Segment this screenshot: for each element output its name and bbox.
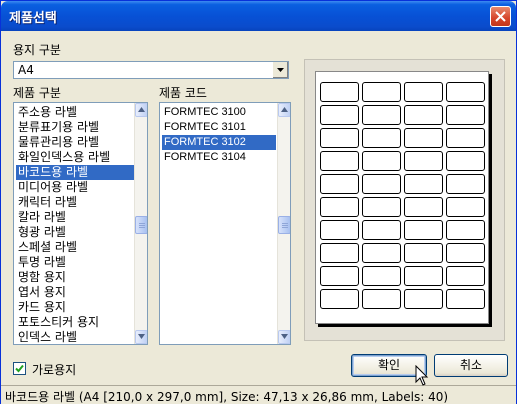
- label-cell: [404, 243, 443, 263]
- scroll-up-icon: [281, 107, 288, 112]
- category-list-item[interactable]: 화일인덱스용 라벨: [16, 150, 134, 165]
- scroll-down-icon: [281, 334, 288, 339]
- label-cell: [320, 220, 359, 240]
- category-list-item[interactable]: 카드 용지: [16, 300, 134, 315]
- status-text: 바코드용 라벨 (A4 [210,0 x 297,0 mm], Size: 47…: [5, 390, 449, 404]
- product-category-label: 제품 구분: [13, 86, 61, 100]
- label-cell: [446, 174, 485, 194]
- category-list-item[interactable]: 바코드용 라벨: [16, 165, 134, 180]
- label-cell: [362, 151, 401, 171]
- code-scrollbar[interactable]: [277, 103, 290, 344]
- label-cell: [362, 128, 401, 148]
- paper-type-label: 용지 구분: [13, 43, 61, 57]
- paper-type-select[interactable]: A4: [13, 61, 289, 79]
- category-list-item[interactable]: 형광 라벨: [16, 225, 134, 240]
- label-cell: [320, 289, 359, 309]
- label-cell: [320, 128, 359, 148]
- chevron-down-icon: [277, 68, 284, 72]
- product-code-list[interactable]: FORMTEC 3100 FORMTEC 3101 FORMTEC 3102 FORM…: [159, 102, 291, 345]
- product-code-label: 제품 코드: [159, 86, 207, 100]
- label-cell: [320, 243, 359, 263]
- code-list-item[interactable]: FORMTEC 3100: [162, 105, 276, 120]
- paper-type-dropdown-button[interactable]: [272, 62, 288, 78]
- label-cell: [320, 151, 359, 171]
- title-bar[interactable]: 제품선택: [1, 1, 516, 31]
- label-cell: [446, 220, 485, 240]
- code-list-item[interactable]: FORMTEC 3101: [162, 120, 276, 135]
- close-icon: [495, 11, 506, 22]
- label-cell: [362, 243, 401, 263]
- scroll-thumb[interactable]: [135, 216, 147, 234]
- label-cell: [320, 266, 359, 286]
- label-cell: [446, 197, 485, 217]
- landscape-checkbox[interactable]: [13, 362, 26, 375]
- label-cell: [446, 105, 485, 125]
- category-list-item[interactable]: 명함 용지: [16, 270, 134, 285]
- label-cell: [404, 197, 443, 217]
- check-icon: [15, 364, 24, 373]
- label-cell: [362, 266, 401, 286]
- label-cell: [404, 174, 443, 194]
- label-cell: [446, 243, 485, 263]
- scroll-down-button[interactable]: [135, 330, 147, 344]
- label-cell: [404, 105, 443, 125]
- scroll-thumb[interactable]: [278, 216, 290, 234]
- category-list-item[interactable]: 포토스티커 용지: [16, 315, 134, 330]
- dialog-window: 제품선택 용지 구분 A4 제품 구분 주소용 라벨 분류표기용 라벨 물류관리…: [0, 0, 517, 404]
- label-cell: [404, 220, 443, 240]
- label-sheet-preview: [315, 71, 489, 324]
- category-list-item[interactable]: 캐릭터 라벨: [16, 195, 134, 210]
- label-cell: [362, 289, 401, 309]
- label-cell: [362, 82, 401, 102]
- label-cell: [404, 151, 443, 171]
- category-list-item[interactable]: 미디어용 라벨: [16, 180, 134, 195]
- code-list-item[interactable]: FORMTEC 3104: [162, 150, 276, 165]
- category-list-item[interactable]: 분류표기용 라벨: [16, 120, 134, 135]
- category-list-item[interactable]: 칼라 라벨: [16, 210, 134, 225]
- label-cell: [320, 82, 359, 102]
- category-list-item[interactable]: 인덱스 라벨: [16, 330, 134, 344]
- scroll-up-button[interactable]: [135, 103, 147, 117]
- category-list-item[interactable]: 스페셜 라벨: [16, 240, 134, 255]
- window-title: 제품선택: [9, 11, 57, 26]
- label-cell: [446, 266, 485, 286]
- product-category-list[interactable]: 주소용 라벨 분류표기용 라벨 물류관리용 라벨 화일인덱스용 라벨 바코드용 라벨 미디…: [13, 102, 148, 345]
- landscape-label[interactable]: 가로용지: [32, 361, 76, 378]
- mouse-cursor-icon: [415, 365, 429, 386]
- paper-type-value: A4: [18, 63, 34, 77]
- category-list-item[interactable]: 엽서 용지: [16, 285, 134, 300]
- label-cell: [404, 128, 443, 148]
- category-scrollbar[interactable]: [134, 103, 147, 344]
- scroll-up-button[interactable]: [278, 103, 290, 117]
- label-cell: [320, 105, 359, 125]
- label-cell: [446, 128, 485, 148]
- label-cell: [320, 197, 359, 217]
- category-list-item[interactable]: 물류관리용 라벨: [16, 135, 134, 150]
- close-button[interactable]: [490, 6, 511, 27]
- label-cell: [446, 82, 485, 102]
- cancel-button[interactable]: 취소: [434, 354, 508, 377]
- label-cell: [404, 266, 443, 286]
- label-cell: [320, 174, 359, 194]
- status-bar: 바코드용 라벨 (A4 [210,0 x 297,0 mm], Size: 47…: [1, 385, 516, 404]
- label-cell: [362, 174, 401, 194]
- label-cell: [362, 105, 401, 125]
- label-cell: [404, 82, 443, 102]
- label-cell: [446, 289, 485, 309]
- category-list-item[interactable]: 주소용 라벨: [16, 105, 134, 120]
- code-list-item[interactable]: FORMTEC 3102: [162, 135, 276, 150]
- category-list-item[interactable]: 투명 라벨: [16, 255, 134, 270]
- label-cell: [404, 289, 443, 309]
- label-cell: [446, 151, 485, 171]
- label-cell: [362, 197, 401, 217]
- scroll-down-button[interactable]: [278, 330, 290, 344]
- scroll-up-icon: [138, 107, 145, 112]
- label-cell: [362, 220, 401, 240]
- scroll-down-icon: [138, 334, 145, 339]
